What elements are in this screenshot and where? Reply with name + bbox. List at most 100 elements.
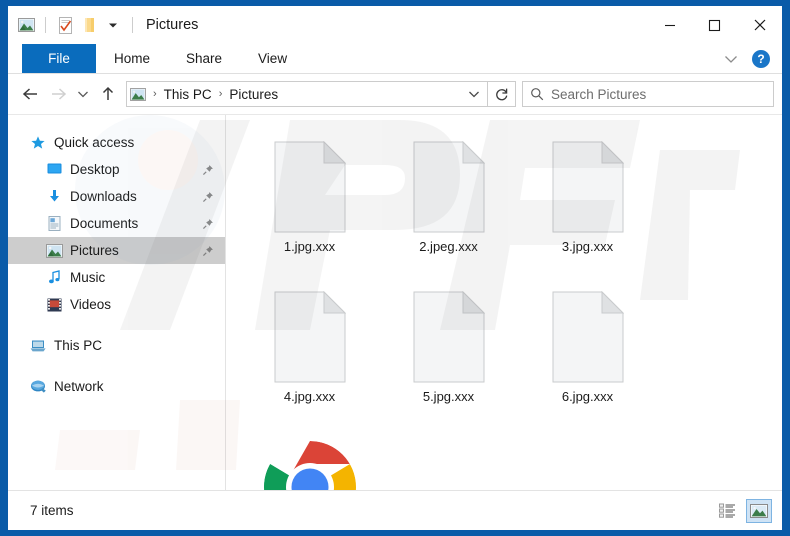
tab-view[interactable]: View [240, 44, 305, 73]
file-name: 3.jpg.xxx [561, 239, 614, 254]
sidebar-gap-2 [8, 359, 225, 373]
maximize-button[interactable] [692, 6, 737, 44]
breadcrumb-separator-1: › [218, 88, 223, 100]
file-name: 6.jpg.xxx [561, 389, 614, 404]
sidebar-item-music[interactable]: Music [8, 264, 225, 291]
large-icons-view-button[interactable] [746, 498, 772, 523]
this-pc-icon [28, 337, 48, 355]
pin-icon[interactable] [201, 191, 215, 203]
documents-icon [44, 215, 64, 233]
refresh-button[interactable] [488, 81, 516, 107]
tab-share[interactable]: Share [168, 44, 240, 73]
up-button[interactable] [94, 80, 122, 108]
sidebar-label-documents: Documents [70, 216, 139, 231]
pin-icon[interactable] [201, 245, 215, 257]
music-icon [44, 269, 64, 287]
back-button[interactable] [16, 80, 44, 108]
sidebar-item-videos[interactable]: Videos [8, 291, 225, 318]
help-icon[interactable]: ? [752, 50, 770, 68]
recent-locations-icon[interactable] [72, 80, 94, 108]
sidebar-label-quick-access: Quick access [54, 135, 135, 150]
file-list-view[interactable]: 1.jpg.xxx 2.jpeg.xxx 3.jpg.xxx 4.jpg.xxx… [226, 115, 782, 490]
sidebar-item-pictures[interactable]: Pictures [8, 237, 225, 264]
videos-icon [44, 296, 64, 314]
star-icon [28, 134, 48, 152]
details-view-button[interactable] [714, 499, 740, 523]
network-icon [28, 378, 48, 396]
chrome-icon [260, 437, 360, 490]
tab-file[interactable]: File [22, 44, 96, 73]
view-mode-buttons [714, 498, 772, 523]
blank-document-icon [399, 287, 499, 387]
blank-document-icon [538, 287, 638, 387]
item-count-label: 7 items [30, 503, 74, 518]
file-item[interactable]: 6.jpg.xxx [518, 283, 657, 433]
minimize-button[interactable] [647, 6, 692, 44]
file-item[interactable]: 5.jpg.xxx [379, 283, 518, 433]
file-item[interactable]: 2.jpeg.xxx [379, 133, 518, 283]
downloads-icon [44, 188, 64, 206]
sidebar-item-desktop[interactable]: Desktop [8, 156, 225, 183]
search-input[interactable]: Search Pictures [551, 87, 646, 102]
desktop-icon [44, 161, 64, 179]
breadcrumb-pictures[interactable]: Pictures [226, 87, 281, 102]
file-explorer-window: Pictures File Home Share View ? › This P… [8, 6, 782, 530]
toolbar-separator [45, 17, 46, 33]
address-bar-row: › This PC › Pictures Search Pictures [8, 74, 782, 115]
pin-icon[interactable] [201, 218, 215, 230]
file-item[interactable]: 4.jpg.xxx [240, 283, 379, 433]
pictures-folder-icon[interactable] [16, 15, 36, 35]
file-name: 2.jpeg.xxx [419, 239, 478, 254]
blank-document-icon [399, 137, 499, 237]
sidebar-label-downloads: Downloads [70, 189, 137, 204]
quick-access-toolbar [8, 15, 138, 35]
navigation-pane: Quick access Desktop Downloads Documents… [8, 115, 226, 490]
breadcrumb-this-pc[interactable]: This PC [161, 87, 215, 102]
title-bar: Pictures [8, 6, 782, 44]
sidebar-label-this-pc: This PC [54, 338, 103, 353]
sidebar-label-videos: Videos [70, 297, 112, 312]
forward-button[interactable] [44, 80, 72, 108]
breadcrumb-separator-0: › [153, 88, 157, 100]
sidebar-label-network: Network [54, 379, 104, 394]
tab-home[interactable]: Home [96, 44, 168, 73]
blank-document-icon [260, 287, 360, 387]
file-item[interactable]: 1.jpg.xxx [240, 133, 379, 283]
file-name: 1.jpg.xxx [283, 239, 336, 254]
search-icon [523, 87, 551, 101]
address-pictures-icon [127, 87, 149, 101]
pictures-icon [44, 242, 64, 260]
toolbar-separator-2 [132, 17, 133, 33]
sidebar-item-documents[interactable]: Documents [8, 210, 225, 237]
sidebar-label-pictures: Pictures [70, 243, 119, 258]
file-grid: 1.jpg.xxx 2.jpeg.xxx 3.jpg.xxx 4.jpg.xxx… [226, 115, 782, 490]
sidebar-item-this-pc[interactable]: This PC [8, 332, 225, 359]
sidebar-label-music: Music [70, 270, 106, 285]
file-name: 4.jpg.xxx [283, 389, 336, 404]
pin-icon[interactable] [201, 164, 215, 176]
blank-document-icon [538, 137, 638, 237]
window-body: Quick access Desktop Downloads Documents… [8, 115, 782, 490]
window-title: Pictures [146, 17, 199, 33]
file-item[interactable]: how_to_back_files.html [240, 433, 379, 490]
close-button[interactable] [737, 6, 782, 44]
sidebar-item-network[interactable]: Network [8, 373, 225, 400]
window-controls [647, 6, 782, 44]
address-dropdown-icon[interactable] [461, 90, 487, 99]
file-name: 5.jpg.xxx [422, 389, 475, 404]
ribbon-right-controls: ? [718, 44, 776, 74]
sidebar-label-desktop: Desktop [70, 162, 120, 177]
new-folder-icon[interactable] [79, 15, 99, 35]
chevron-down-icon[interactable] [718, 47, 744, 71]
blank-document-icon [260, 137, 360, 237]
ribbon-tab-bar: File Home Share View ? [8, 44, 782, 74]
file-item[interactable]: 3.jpg.xxx [518, 133, 657, 283]
address-bar[interactable]: › This PC › Pictures [126, 81, 488, 107]
sidebar-item-downloads[interactable]: Downloads [8, 183, 225, 210]
properties-icon[interactable] [55, 15, 75, 35]
customize-dropdown-icon[interactable] [103, 15, 123, 35]
search-box[interactable]: Search Pictures [522, 81, 774, 107]
status-bar: 7 items [8, 490, 782, 530]
sidebar-item-quick-access[interactable]: Quick access [8, 129, 225, 156]
sidebar-gap-1 [8, 318, 225, 332]
